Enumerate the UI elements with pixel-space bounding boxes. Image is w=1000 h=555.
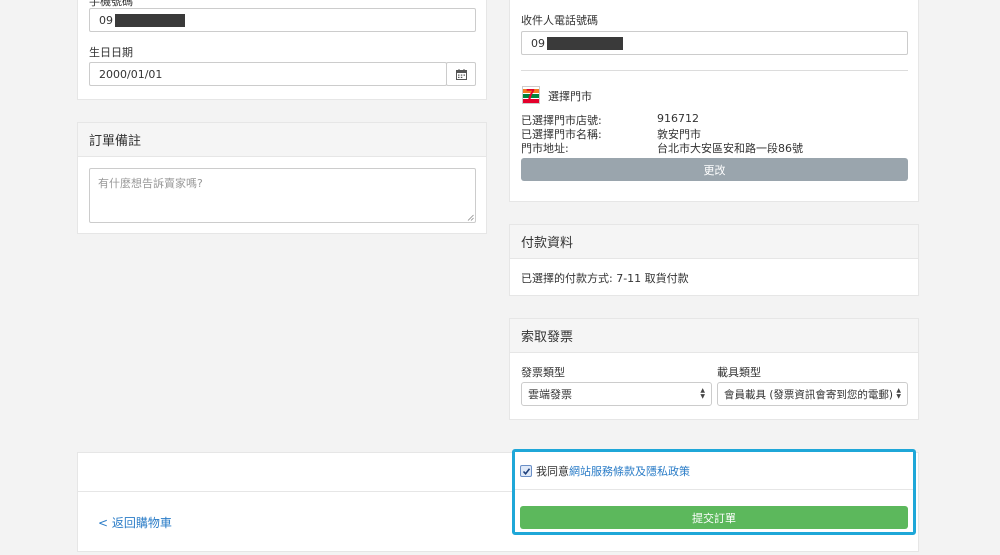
calendar-button[interactable] (446, 62, 476, 86)
invoice-type-select[interactable]: 雲端發票 ▲ ▼ (521, 382, 712, 406)
phone-input[interactable]: 09 (89, 8, 476, 32)
store-id-value: 916712 (657, 112, 699, 125)
store-address-label: 門市地址: (521, 142, 569, 155)
back-to-cart-link[interactable]: < 返回購物車 (98, 514, 172, 531)
terms-link[interactable]: 網站服務條款及隱私政策 (569, 463, 690, 479)
section-divider (521, 70, 908, 71)
invoice-type-value: 雲端發票 (528, 388, 572, 401)
store-select-label[interactable]: 選擇門市 (548, 88, 592, 104)
recipient-phone-input[interactable]: 09 (521, 31, 908, 55)
recipient-phone-label: 收件人電話號碼 (521, 14, 598, 27)
select-arrows-icon: ▲ ▼ (896, 387, 901, 400)
check-icon (522, 467, 530, 475)
footer-divider (78, 491, 514, 492)
submit-highlight-box: 我同意 網站服務條款及隱私政策 提交訂單 (512, 449, 916, 535)
recipient-phone-value: 09 (531, 36, 545, 50)
logo-digit: 7 (526, 87, 535, 104)
store-address-value: 台北市大安區安和路一段86號 (657, 142, 803, 155)
payment-panel: 付款資料 已選擇的付款方式: 7-11 取貨付款 (509, 224, 919, 296)
payment-title: 付款資料 (510, 225, 918, 259)
carrier-type-label: 載具類型 (717, 366, 761, 379)
payment-method: 已選擇的付款方式: 7-11 取貨付款 (521, 272, 689, 285)
birthday-input[interactable]: 2000/01/01 (89, 62, 447, 86)
seven-eleven-logo: 7 (522, 86, 540, 104)
redacted-mask (547, 36, 623, 50)
order-note-title: 訂單備註 (78, 123, 486, 157)
select-arrows-icon: ▲ ▼ (700, 387, 705, 400)
agree-checkbox[interactable] (520, 465, 532, 477)
birthday-label: 生日日期 (89, 46, 133, 59)
order-note-placeholder: 有什麼想告訴賣家嗎? (98, 177, 203, 190)
invoice-panel: 索取發票 發票類型 雲端發票 ▲ ▼ 載具類型 會員載具 (發票資訊會寄到您的電郵… (509, 318, 919, 420)
order-note-textarea[interactable]: 有什麼想告訴賣家嗎? (89, 168, 476, 223)
shipping-panel: 收件人電話號碼 09 7 選擇門市 已選擇門市店號: 916712 已選擇門市名… (509, 0, 919, 202)
order-note-panel: 訂單備註 有什麼想告訴賣家嗎? (77, 122, 487, 234)
agree-row: 我同意 網站服務條款及隱私政策 (520, 463, 690, 479)
calendar-icon (455, 68, 467, 80)
invoice-type-label: 發票類型 (521, 366, 565, 379)
submit-order-button[interactable]: 提交訂單 (520, 506, 908, 529)
birthday-value: 2000/01/01 (99, 67, 163, 81)
change-store-button[interactable]: 更改 (521, 158, 908, 181)
redacted-mask (115, 13, 185, 27)
resize-handle-icon[interactable] (467, 214, 474, 221)
carrier-type-select[interactable]: 會員載具 (發票資訊會寄到您的電郵) ▲ ▼ (717, 382, 908, 406)
phone-value: 09 (99, 13, 113, 27)
invoice-title: 索取發票 (510, 319, 918, 353)
carrier-type-value: 會員載具 (發票資訊會寄到您的電郵) (724, 388, 894, 401)
agree-divider (515, 489, 913, 490)
customer-info-panel: 手機號碼 09 生日日期 2000/01/01 (77, 0, 487, 100)
agree-prefix: 我同意 (536, 465, 569, 478)
